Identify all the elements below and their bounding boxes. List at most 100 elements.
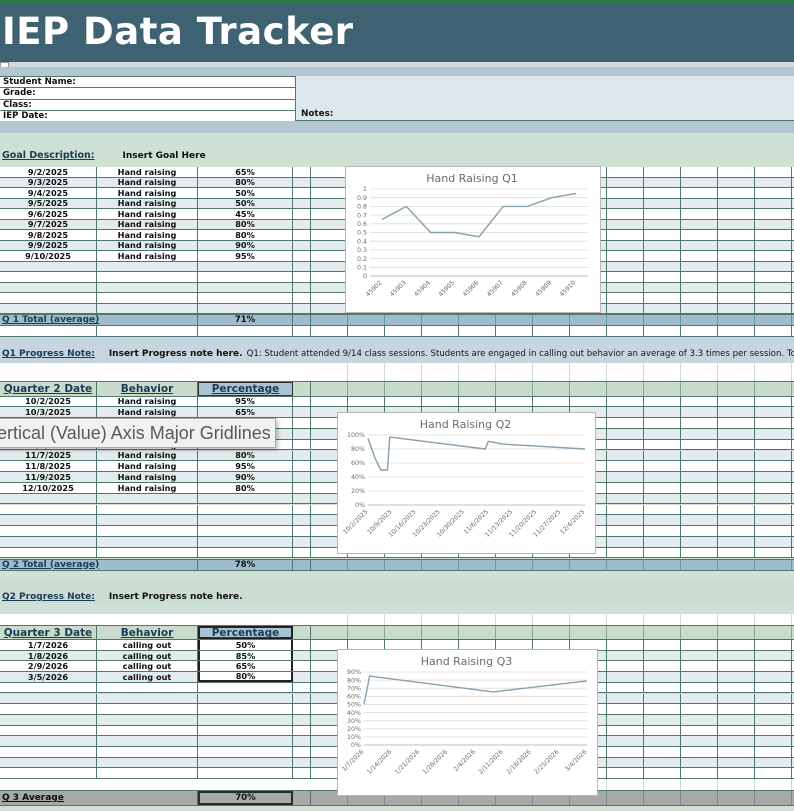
cell-empty[interactable] [293,461,311,471]
cell-empty[interactable] [293,293,311,303]
cell-percentage[interactable]: 50% [198,199,293,209]
cell-percentage[interactable] [198,262,293,272]
cell-empty[interactable] [293,407,311,417]
cell-date[interactable] [0,758,97,768]
cell-date[interactable]: 9/5/2025 [0,199,97,209]
cell-behavior[interactable] [97,515,198,525]
cell-date[interactable]: 10/3/2025 [0,407,97,417]
cell-date[interactable] [0,548,97,558]
cell-behavior[interactable] [97,283,198,293]
cell-behavior[interactable] [97,548,198,558]
info-field-2[interactable]: Class: [0,100,296,111]
cell-percentage[interactable]: 80% [198,178,293,188]
notes-area[interactable]: Notes: [296,76,794,121]
cell-date[interactable] [0,726,97,736]
table-row[interactable]: 10/2/2025Hand raising95% [0,397,794,408]
cell-empty[interactable] [293,272,311,282]
cell-percentage[interactable]: 95% [198,251,293,261]
cell-date[interactable] [0,768,97,778]
q1-progress-note[interactable]: Q1 Progress Note:Insert Progress note he… [0,337,794,363]
cell-behavior[interactable] [97,304,198,314]
chart-hand-raising-q3[interactable]: Hand Raising Q30%10%20%30%40%50%60%70%80… [337,649,598,796]
cell-behavior[interactable] [97,704,198,714]
cell-empty[interactable] [293,758,311,768]
cell-empty[interactable] [293,418,311,428]
cell-behavior[interactable] [97,293,198,303]
cell-percentage[interactable] [198,694,293,704]
cell-date[interactable] [0,704,97,714]
cell-date[interactable]: 9/7/2025 [0,220,97,230]
cell-behavior[interactable]: Hand raising [97,188,198,198]
cell-percentage[interactable]: 85% [198,651,293,661]
cell-date[interactable]: 9/3/2025 [0,178,97,188]
cell-date[interactable]: 11/7/2025 [0,451,97,461]
cell-behavior[interactable] [97,747,198,757]
cell-percentage[interactable] [198,526,293,536]
cell-date[interactable] [0,283,97,293]
info-field-1[interactable]: Grade: [0,88,296,99]
cell-percentage[interactable]: 65% [198,407,293,417]
cell-behavior[interactable] [97,683,198,693]
cell-empty[interactable] [293,262,311,272]
cell-behavior[interactable] [97,272,198,282]
cell-empty[interactable] [293,220,311,230]
chart-hand-raising-q2[interactable]: Hand Raising Q20%20%40%60%80%100%10/2/20… [337,412,596,554]
cell-empty[interactable] [293,494,311,504]
cell-behavior[interactable]: Hand raising [97,451,198,461]
cell-empty[interactable] [293,715,311,725]
cell-percentage[interactable]: 95% [198,461,293,471]
cell-percentage[interactable] [198,683,293,693]
cell-behavior[interactable]: Hand raising [97,472,198,482]
cell-behavior[interactable] [97,326,198,336]
cell-date[interactable]: 9/2/2025 [0,167,97,177]
cell-percentage[interactable] [198,293,293,303]
cell-empty[interactable] [293,440,311,450]
cell-empty[interactable] [293,651,311,661]
cell-date[interactable]: 9/10/2025 [0,251,97,261]
cell-percentage[interactable] [198,537,293,547]
cell-date[interactable]: 11/9/2025 [0,472,97,482]
q2-header-behavior[interactable]: Behavior [97,382,198,396]
cell-behavior[interactable] [97,505,198,515]
cell-empty[interactable] [293,326,311,336]
cell-empty[interactable] [293,283,311,293]
cell-percentage[interactable]: 80% [198,451,293,461]
cell-behavior[interactable] [97,736,198,746]
cell-empty[interactable] [293,515,311,525]
cell-date[interactable]: 3/5/2026 [0,672,97,682]
cell-date[interactable]: 9/6/2025 [0,209,97,219]
cell-behavior[interactable] [97,262,198,272]
cell-date[interactable]: 10/2/2025 [0,397,97,407]
cell-percentage[interactable]: 80% [198,230,293,240]
table-row[interactable] [0,326,794,337]
cell-behavior[interactable]: calling out [97,640,198,650]
cell-behavior[interactable]: Hand raising [97,241,198,251]
cell-empty[interactable] [293,505,311,515]
cell-behavior[interactable]: Hand raising [97,397,198,407]
cell-empty[interactable] [293,736,311,746]
cell-empty[interactable] [293,640,311,650]
cell-date[interactable] [0,537,97,547]
cell-behavior[interactable] [97,726,198,736]
cell-empty[interactable] [293,483,311,493]
cell-empty[interactable] [293,548,311,558]
cell-empty[interactable] [293,726,311,736]
cell-date[interactable] [0,526,97,536]
q2-header-percentage[interactable]: Percentage [198,382,293,396]
cell-date[interactable] [0,694,97,704]
cell-percentage[interactable]: 95% [198,397,293,407]
cell-percentage[interactable] [198,505,293,515]
cell-percentage[interactable] [198,272,293,282]
q2-header-date[interactable]: Quarter 2 Date [0,382,97,396]
cell-date[interactable]: 11/8/2025 [0,461,97,471]
info-field-0[interactable]: Student Name: [0,77,296,88]
cell-date[interactable]: 9/8/2025 [0,230,97,240]
cell-date[interactable]: 9/9/2025 [0,241,97,251]
cell-date[interactable] [0,494,97,504]
cell-behavior[interactable]: Hand raising [97,199,198,209]
cell-date[interactable] [0,293,97,303]
cell-behavior[interactable]: Hand raising [97,407,198,417]
cell-percentage[interactable] [198,768,293,778]
cell-percentage[interactable]: 65% [198,167,293,177]
cell-date[interactable]: 2/9/2026 [0,661,97,671]
